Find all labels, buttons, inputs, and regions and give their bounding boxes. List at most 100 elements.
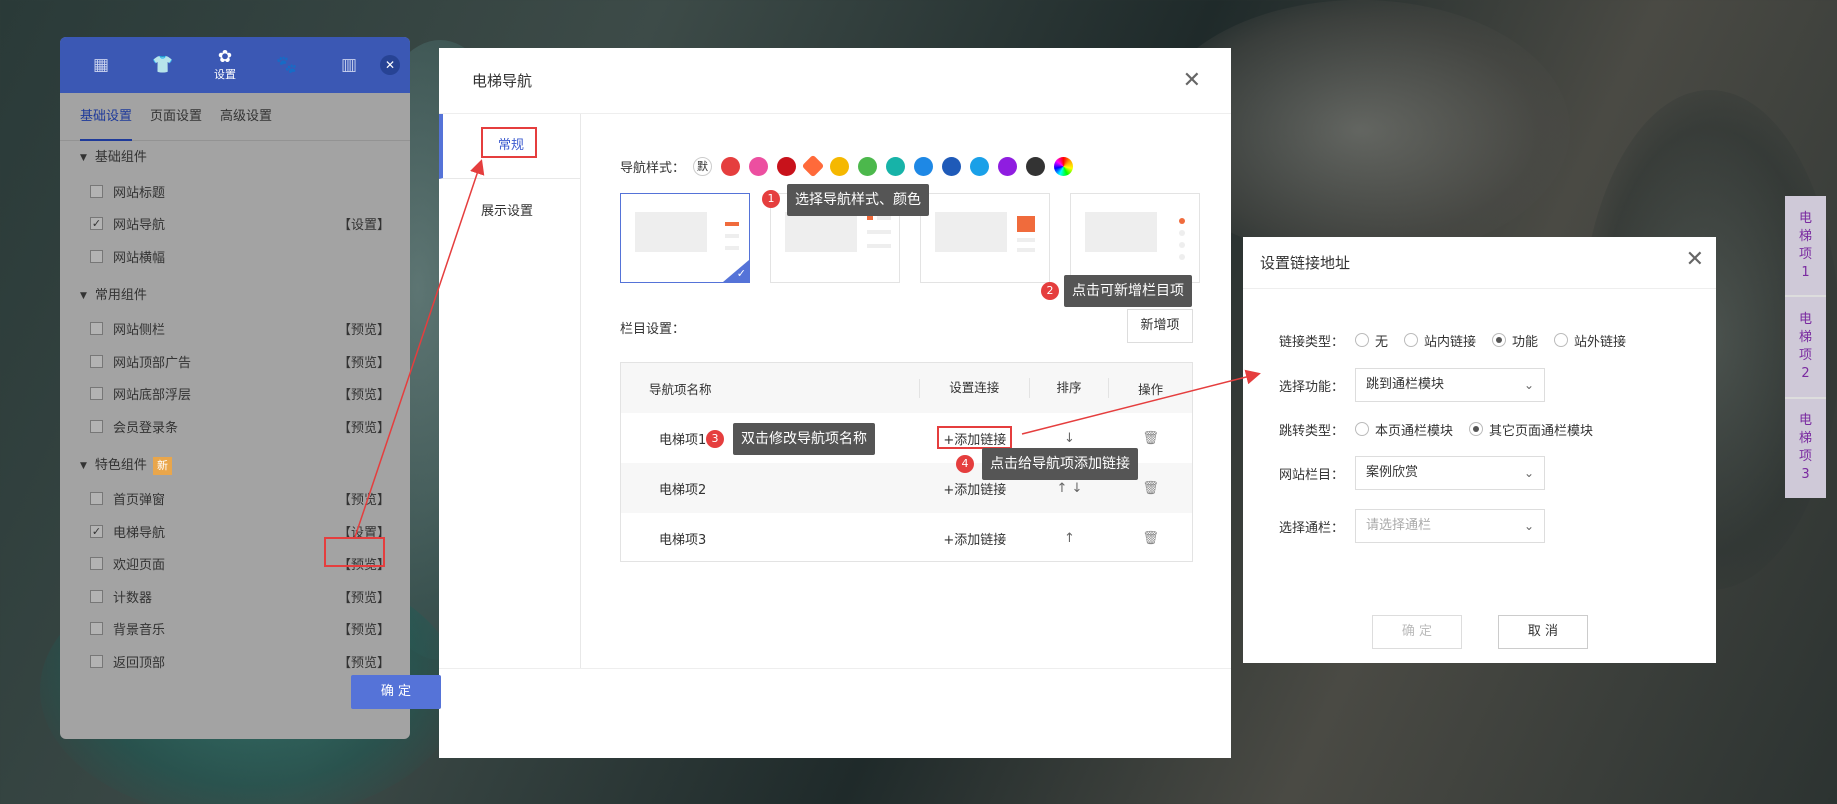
component-checkbox[interactable]	[90, 354, 103, 368]
add-link-button[interactable]: +添加链接	[920, 479, 1030, 498]
nav-style-card-4[interactable]	[1070, 193, 1200, 283]
blocks-icon: ▥	[340, 55, 358, 75]
component-checkbox[interactable]	[90, 387, 103, 401]
new-item-button[interactable]: 新增项	[1127, 309, 1193, 343]
column-select[interactable]: 案例欣赏 ⌄	[1355, 456, 1545, 490]
table-row: 电梯项3 +添加链接 ↑ 🗑	[621, 513, 1192, 563]
color-swatch[interactable]	[777, 156, 797, 176]
nav-item-name[interactable]: 电梯项2	[621, 479, 920, 498]
tab-settings-label: 设置	[214, 68, 236, 81]
nav-item-name[interactable]: 电梯项3	[621, 529, 920, 548]
tip-style-color: 选择导航样式、颜色	[787, 184, 929, 216]
radio-icon	[1469, 422, 1484, 436]
component-checkbox[interactable]	[90, 419, 103, 433]
component-action-link[interactable]: 【预览】	[338, 652, 390, 671]
elevator-item[interactable]: 电梯项1	[1785, 196, 1826, 298]
component-action-link[interactable]: 【设置】	[338, 214, 390, 233]
color-swatch[interactable]	[914, 156, 934, 176]
step-badge: 4	[956, 455, 974, 473]
nav-display-settings[interactable]: 展示设置	[439, 179, 580, 244]
dialog-title: 电梯导航	[439, 48, 1231, 114]
component-label: 网站导航	[113, 218, 166, 234]
component-label: 网站横幅	[113, 250, 166, 266]
custom-color-icon[interactable]	[1054, 156, 1074, 176]
sort-arrows-icon[interactable]: ↑ ↓	[1030, 481, 1110, 496]
link-cancel-button[interactable]: 取 消	[1498, 615, 1588, 649]
radio-icon	[1554, 333, 1569, 347]
close-icon[interactable]: ✕	[1686, 249, 1704, 271]
trash-icon[interactable]: 🗑	[1109, 531, 1192, 546]
add-link-button[interactable]: +添加链接	[920, 529, 1030, 548]
link-type-radio[interactable]: 无	[1355, 331, 1388, 350]
color-swatch[interactable]	[721, 156, 741, 176]
component-checkbox[interactable]	[90, 557, 103, 571]
component-list: ▼ 基础组件 网站标题 ✓ 网站导航 【设置】 网站横幅 ▼ 常用组件 网站侧栏 【预览】 网站顶部广…	[60, 141, 410, 678]
confirm-button[interactable]: 确 定	[351, 675, 441, 709]
trash-icon[interactable]: 🗑	[1109, 481, 1192, 496]
jump-type-field: 跳转类型： 本页通栏模块 其它页面通栏模块	[1279, 414, 1609, 444]
jump-type-radio[interactable]: 其它页面通栏模块	[1469, 420, 1593, 439]
nav-style-card-3[interactable]	[920, 193, 1050, 283]
table-header: 导航项名称 设置连接 排序 操作	[621, 363, 1192, 413]
tab-settings[interactable]: ✿ 设置	[194, 37, 256, 93]
bar-select[interactable]: 请选择通栏 ⌄	[1355, 509, 1545, 543]
color-swatch[interactable]	[970, 156, 990, 176]
radio-icon	[1355, 333, 1369, 347]
function-select[interactable]: 跳到通栏模块 ⌄	[1355, 368, 1545, 402]
color-swatch[interactable]	[942, 156, 962, 176]
component-checkbox[interactable]	[90, 322, 103, 336]
elevator-item[interactable]: 电梯项3	[1785, 399, 1826, 498]
component-action-link[interactable]: 【预览】	[338, 352, 390, 371]
elevator-item[interactable]: 电梯项2	[1785, 297, 1826, 399]
component-action-link[interactable]: 【预览】	[338, 384, 390, 403]
trash-icon[interactable]: 🗑	[1109, 431, 1192, 446]
link-type-radio[interactable]: 站内链接	[1404, 331, 1476, 350]
color-swatch[interactable]	[1026, 156, 1046, 176]
component-checkbox[interactable]: ✓	[90, 217, 103, 231]
close-icon[interactable]: ✕	[380, 55, 400, 75]
component-checkbox[interactable]	[90, 589, 103, 603]
link-type-radio[interactable]: 站外链接	[1554, 331, 1626, 350]
component-checkbox[interactable]	[90, 622, 103, 636]
link-ok-button[interactable]: 确 定	[1372, 615, 1462, 649]
component-checkbox[interactable]	[90, 492, 103, 506]
component-checkbox[interactable]: ✓	[90, 524, 103, 538]
component-checkbox[interactable]	[90, 184, 103, 198]
section-header[interactable]: ▼ 常用组件	[80, 279, 390, 313]
component-checkbox[interactable]	[90, 249, 103, 263]
component-action-link[interactable]: 【预览】	[338, 489, 390, 508]
component-checkbox[interactable]	[90, 654, 103, 668]
color-swatch[interactable]	[858, 156, 878, 176]
jump-type-radio[interactable]: 本页通栏模块	[1355, 420, 1453, 439]
sort-arrows-icon[interactable]: ↑	[1030, 531, 1110, 546]
subtab-advanced[interactable]: 高级设置	[220, 93, 272, 141]
settings-subtabs: 基础设置 页面设置 高级设置	[60, 93, 410, 141]
component-label: 背景音乐	[113, 623, 166, 639]
column-settings-label: 栏目设置：	[620, 322, 686, 337]
link-type-radio[interactable]: 功能	[1492, 331, 1538, 350]
link-type-field: 链接类型： 无站内链接 功能 站外链接	[1279, 325, 1642, 355]
component-label: 网站标题	[113, 185, 166, 201]
section-header[interactable]: ▼ 特色组件新	[80, 449, 390, 483]
color-swatch[interactable]	[998, 156, 1018, 176]
tab-modules[interactable]: ▥	[318, 37, 380, 93]
tab-layout[interactable]: ▦	[70, 37, 132, 93]
color-swatch-default[interactable]: 默	[693, 156, 713, 176]
component-action-link[interactable]: 【预览】	[338, 619, 390, 638]
color-swatch[interactable]	[801, 154, 825, 178]
sort-arrows-icon[interactable]: ↓	[1030, 431, 1110, 446]
close-icon[interactable]: ✕	[1183, 70, 1201, 92]
highlight-box	[481, 127, 537, 158]
tab-pets[interactable]: 🐾	[256, 37, 318, 93]
component-action-link[interactable]: 【预览】	[338, 587, 390, 606]
subtab-basic[interactable]: 基础设置	[80, 93, 133, 141]
nav-style-card-1[interactable]: ✓	[620, 193, 750, 283]
component-action-link[interactable]: 【预览】	[338, 319, 390, 338]
tab-theme[interactable]: 👕	[132, 37, 194, 93]
color-swatch[interactable]	[886, 156, 906, 176]
color-swatch[interactable]	[830, 156, 850, 176]
component-action-link[interactable]: 【预览】	[338, 417, 390, 436]
section-header[interactable]: ▼ 基础组件	[80, 141, 390, 175]
color-swatch[interactable]	[749, 156, 769, 176]
subtab-page[interactable]: 页面设置	[150, 93, 202, 141]
